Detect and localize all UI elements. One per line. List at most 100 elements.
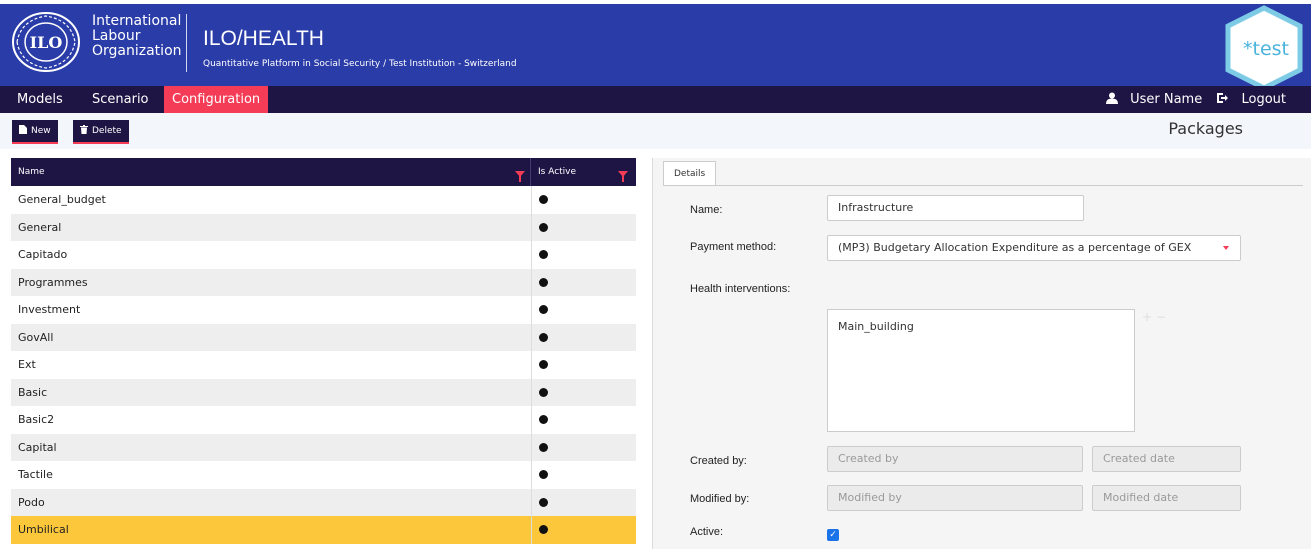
- cell-name: Capital: [18, 440, 57, 454]
- table-row[interactable]: GovAll: [11, 323, 636, 351]
- env-badge-text: *test: [1243, 38, 1289, 60]
- user-icon: [1105, 86, 1118, 113]
- list-item[interactable]: Main_building: [838, 320, 1124, 333]
- active-indicator-icon: [539, 250, 548, 259]
- table-row[interactable]: Capital: [11, 433, 636, 461]
- active-indicator-icon: [539, 277, 548, 287]
- cell-divider: [531, 378, 532, 406]
- table-row[interactable]: Podo: [11, 488, 636, 516]
- cell-divider: [531, 461, 532, 489]
- cell-divider: [531, 433, 532, 461]
- cell-name: General_budget: [18, 193, 106, 206]
- cell-name: Ext: [18, 358, 36, 371]
- header-divider: [186, 14, 187, 72]
- app-header: ILO International Labour Organization IL…: [0, 4, 1311, 91]
- filter-icon[interactable]: [515, 171, 525, 182]
- app-title: ILO/HEALTH: [203, 27, 324, 50]
- cell-name: Tactile: [18, 468, 53, 481]
- name-field[interactable]: Infrastructure: [827, 195, 1084, 221]
- active-indicator-icon: [539, 525, 548, 534]
- table-row[interactable]: Investment: [11, 296, 636, 324]
- active-indicator-icon: [539, 222, 548, 232]
- cell-divider: [531, 351, 532, 379]
- cell-divider: [531, 241, 532, 269]
- details-panel: Details Name: Infrastructure Payment met…: [652, 158, 1311, 549]
- table-row[interactable]: Tactile: [11, 461, 636, 489]
- logout-icon[interactable]: [1216, 86, 1229, 113]
- table-row[interactable]: Capitado: [11, 241, 636, 269]
- tab-underline: [663, 185, 1303, 186]
- file-icon: [19, 120, 27, 142]
- cell-divider: [531, 516, 532, 544]
- table-row[interactable]: Basic: [11, 378, 636, 406]
- active-indicator-icon: [539, 332, 548, 342]
- column-header-name[interactable]: Name: [11, 158, 531, 186]
- nav-item-configuration[interactable]: Configuration: [164, 86, 269, 113]
- created-by-label: Created by:: [690, 455, 747, 467]
- health-interventions-list[interactable]: Main_building: [827, 309, 1135, 432]
- grid-header: Name Is Active: [11, 158, 636, 186]
- cell-name: GovAll: [18, 330, 54, 344]
- org-name-line-2: Labour: [92, 28, 141, 44]
- nav-item-scenario[interactable]: Scenario: [84, 86, 157, 113]
- table-row[interactable]: Programmes: [11, 268, 636, 296]
- cell-divider: [531, 323, 532, 351]
- cell-divider: [531, 406, 532, 434]
- column-header-is-active-label: Is Active: [538, 167, 577, 177]
- user-area: User Name Logout: [1105, 86, 1286, 113]
- org-name: International Labour Organization: [92, 14, 182, 59]
- delete-button-label: Delete: [92, 126, 122, 136]
- user-name[interactable]: User Name: [1130, 86, 1202, 113]
- active-indicator-icon: [539, 442, 548, 452]
- app-window: ILO International Labour Organization IL…: [0, 0, 1311, 549]
- health-interventions-label: Health interventions:: [690, 283, 791, 295]
- plus-icon[interactable]: +: [1142, 310, 1152, 324]
- cell-divider: [531, 268, 532, 296]
- chevron-down-icon: [1223, 246, 1229, 250]
- cell-name: Basic: [18, 385, 48, 399]
- active-indicator-icon: [539, 470, 548, 479]
- delete-button[interactable]: Delete: [73, 120, 129, 144]
- packages-grid: Name Is Active General_budget General Capi…: [11, 158, 636, 549]
- table-row[interactable]: Umbilical: [11, 516, 636, 544]
- payment-method-label: Payment method:: [690, 241, 777, 253]
- cell-name: Programmes: [18, 275, 88, 289]
- tab-details[interactable]: Details: [663, 161, 717, 186]
- filter-icon[interactable]: [618, 171, 628, 182]
- nav-item-models[interactable]: Models: [9, 86, 71, 113]
- new-button-label: New: [31, 126, 51, 136]
- column-header-is-active[interactable]: Is Active: [531, 158, 636, 186]
- active-indicator-icon: [539, 415, 548, 424]
- table-row[interactable]: General_budget: [11, 186, 636, 214]
- cell-name: General: [18, 220, 62, 234]
- active-checkbox[interactable]: ✓: [827, 529, 839, 541]
- cell-name: Basic2: [18, 413, 55, 426]
- modified-by-field: Modified by: [827, 485, 1083, 511]
- table-row[interactable]: Basic2: [11, 406, 636, 434]
- active-indicator-icon: [539, 305, 548, 314]
- cell-divider: [531, 488, 532, 516]
- created-by-field: Created by: [827, 446, 1083, 472]
- modified-by-label: Modified by:: [690, 493, 750, 505]
- column-header-name-label: Name: [18, 167, 45, 177]
- active-indicator-icon: [539, 360, 548, 369]
- minus-icon[interactable]: −: [1156, 310, 1166, 324]
- add-remove-icons[interactable]: + −: [1142, 310, 1166, 324]
- env-badge: *test: [1223, 4, 1305, 92]
- cell-name: Capitado: [18, 248, 68, 261]
- logout-link[interactable]: Logout: [1241, 86, 1286, 113]
- active-label: Active:: [690, 526, 724, 538]
- active-indicator-icon: [539, 497, 548, 507]
- new-button[interactable]: New: [12, 120, 58, 144]
- check-icon: ✓: [829, 530, 837, 540]
- ilo-emblem-logo: ILO: [9, 10, 83, 74]
- grid-body: General_budget General Capitado Programmes I…: [11, 186, 636, 544]
- cell-name: Investment: [18, 303, 81, 316]
- created-date-field: Created date: [1092, 446, 1241, 472]
- trash-icon: [80, 120, 88, 142]
- table-row[interactable]: Ext: [11, 351, 636, 379]
- org-name-line-3: Organization: [92, 43, 182, 59]
- active-indicator-icon: [539, 387, 548, 397]
- payment-method-select[interactable]: (MP3) Budgetary Allocation Expenditure a…: [827, 235, 1241, 261]
- table-row[interactable]: General: [11, 213, 636, 241]
